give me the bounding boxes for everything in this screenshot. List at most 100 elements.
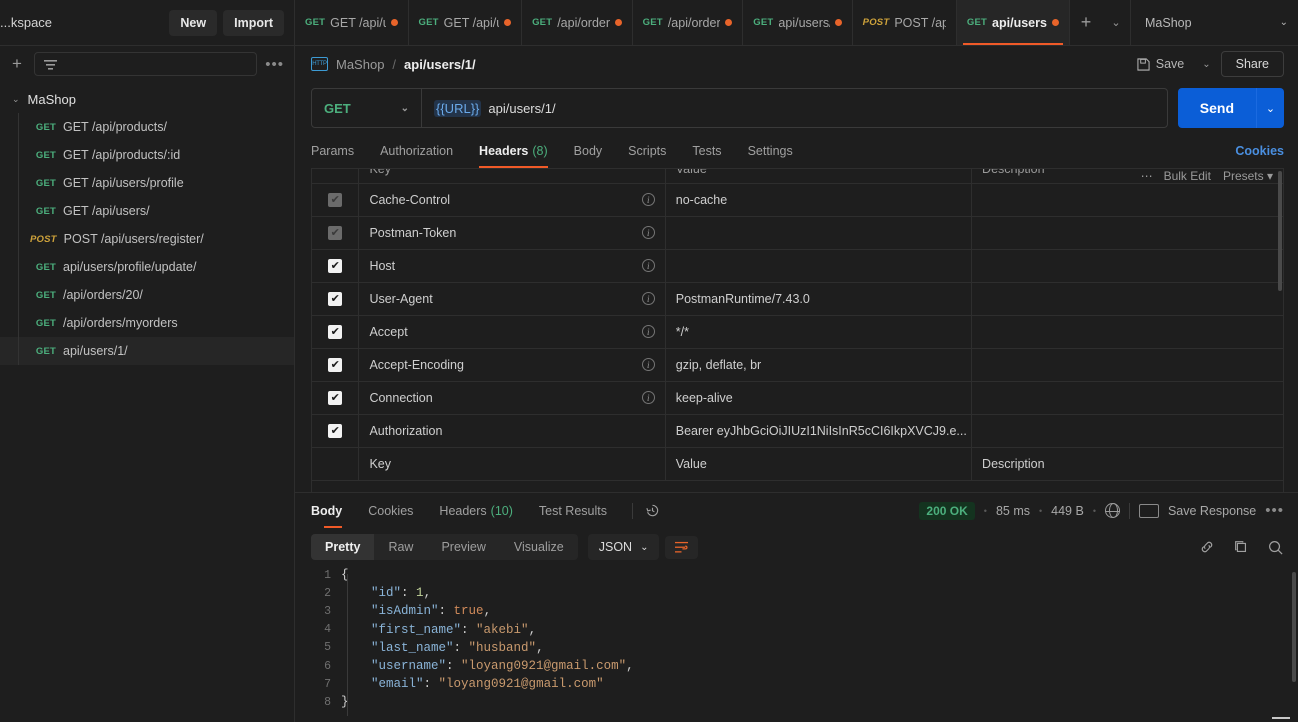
copy-icon[interactable] [1233, 539, 1249, 555]
breadcrumb-collection[interactable]: MaShop [336, 57, 384, 72]
view-mode-visualize[interactable]: Visualize [500, 534, 578, 560]
format-select[interactable]: JSON ⌄ [588, 534, 660, 560]
header-description-cell[interactable] [972, 282, 1283, 315]
header-checkbox-cell[interactable]: ✔ [312, 216, 359, 249]
header-checkbox[interactable]: ✔ [328, 358, 342, 372]
search-icon[interactable] [1267, 539, 1284, 556]
method-select[interactable]: GET ⌄ [312, 89, 422, 127]
collection-mashop[interactable]: ⌄ MaShop [0, 86, 294, 113]
more-horizontal-icon[interactable]: ••• [1265, 502, 1284, 519]
header-key-cell[interactable]: Postman-Tokeni [359, 216, 665, 249]
header-checkbox[interactable]: ✔ [328, 226, 342, 240]
save-caret-icon[interactable]: ⌄ [1196, 59, 1216, 70]
request-tab[interactable]: GETGET /api/us [295, 0, 409, 45]
presets-button[interactable]: Presets ▾ [1223, 169, 1273, 183]
header-key-cell[interactable]: Accept-Encodingi [359, 348, 665, 381]
header-description-cell[interactable] [972, 381, 1283, 414]
link-icon[interactable] [1199, 539, 1215, 555]
view-mode-pretty[interactable]: Pretty [311, 534, 374, 560]
info-icon[interactable]: i [642, 292, 655, 305]
header-checkbox[interactable]: ✔ [328, 391, 342, 405]
new-button[interactable]: New [169, 10, 217, 36]
new-tab-button[interactable]: + [1070, 0, 1102, 45]
header-checkbox-cell[interactable]: ✔ [312, 381, 359, 414]
header-key-cell[interactable]: Accepti [359, 315, 665, 348]
header-value-cell[interactable]: gzip, deflate, br [665, 348, 971, 381]
sidebar-item[interactable]: GETGET /api/users/profile [0, 169, 294, 197]
send-options-caret-icon[interactable]: ⌄ [1256, 88, 1284, 128]
sidebar-item[interactable]: GET/api/orders/20/ [0, 281, 294, 309]
request-tab[interactable]: GET/api/orders, [633, 0, 744, 45]
response-body-code[interactable]: 1{2 "id": 1,3 "isAdmin": true,4 "first_n… [295, 566, 1298, 722]
header-description-cell[interactable] [972, 348, 1283, 381]
info-icon[interactable]: i [642, 358, 655, 371]
url-input[interactable]: {{URL}} api/users/1/ [422, 100, 1167, 117]
sidebar-item[interactable]: GETGET /api/users/ [0, 197, 294, 225]
header-key-cell[interactable]: User-Agenti [359, 282, 665, 315]
cookies-link[interactable]: Cookies [1235, 144, 1284, 158]
header-value-cell[interactable]: Bearer eyJhbGciOiJIUzI1NiIsInR5cCI6IkpXV… [665, 414, 971, 447]
info-icon[interactable]: i [642, 325, 655, 338]
placeholder-value[interactable]: Value [665, 447, 971, 480]
plus-icon[interactable]: + [8, 54, 26, 74]
header-checkbox-cell[interactable]: ✔ [312, 348, 359, 381]
request-subtab[interactable]: Body [561, 134, 616, 168]
workspace-select[interactable]: MaShop ⌄ [1145, 16, 1288, 30]
view-mode-raw[interactable]: Raw [374, 534, 427, 560]
request-subtab[interactable]: Authorization [367, 134, 466, 168]
header-description-cell[interactable] [972, 183, 1283, 216]
header-value-cell[interactable]: keep-alive [665, 381, 971, 414]
header-description-cell[interactable] [972, 249, 1283, 282]
sidebar-item[interactable]: GETapi/users/1/ [0, 337, 294, 365]
info-icon[interactable]: i [642, 226, 655, 239]
header-checkbox-cell[interactable]: ✔ [312, 282, 359, 315]
request-tab[interactable]: GETGET /api/us [409, 0, 523, 45]
request-tab[interactable]: GETapi/users/1 [957, 0, 1070, 45]
horizontal-scrollbar[interactable] [1272, 717, 1290, 719]
save-button[interactable]: Save [1129, 52, 1193, 76]
send-button[interactable]: Send [1178, 88, 1256, 128]
header-value-cell[interactable]: */* [665, 315, 971, 348]
header-checkbox-cell[interactable]: ✔ [312, 249, 359, 282]
response-subtab[interactable]: Test Results [526, 494, 620, 528]
request-tab[interactable]: GETapi/users/p [743, 0, 852, 45]
drag-handle-icon[interactable]: ⋯ [1141, 169, 1152, 183]
header-checkbox[interactable]: ✔ [328, 325, 342, 339]
request-tab[interactable]: POSTPOST /api/ [853, 0, 957, 45]
body-scrollbar[interactable] [1292, 572, 1296, 682]
sidebar-item[interactable]: POSTPOST /api/users/register/ [0, 225, 294, 253]
header-checkbox-cell[interactable]: ✔ [312, 414, 359, 447]
share-button[interactable]: Share [1221, 51, 1284, 77]
header-value-cell[interactable]: PostmanRuntime/7.43.0 [665, 282, 971, 315]
request-subtab[interactable]: Headers(8) [466, 134, 561, 168]
header-checkbox-cell[interactable]: ✔ [312, 315, 359, 348]
header-key-cell[interactable]: Authorization [359, 414, 665, 447]
request-subtab[interactable]: Scripts [615, 134, 679, 168]
bulk-edit-button[interactable]: Bulk Edit [1164, 169, 1211, 183]
sidebar-item[interactable]: GET/api/orders/myorders [0, 309, 294, 337]
header-description-cell[interactable] [972, 216, 1283, 249]
header-checkbox[interactable]: ✔ [328, 292, 342, 306]
header-value-cell[interactable] [665, 249, 971, 282]
header-description-cell[interactable] [972, 414, 1283, 447]
header-checkbox[interactable]: ✔ [328, 259, 342, 273]
header-checkbox[interactable]: ✔ [328, 424, 342, 438]
header-key-cell[interactable]: Hosti [359, 249, 665, 282]
header-value-cell[interactable]: no-cache [665, 183, 971, 216]
header-key-cell[interactable]: Connectioni [359, 381, 665, 414]
response-subtab[interactable]: Headers(10) [426, 494, 525, 528]
headers-table-scrollbar[interactable] [1278, 171, 1282, 291]
history-icon[interactable] [645, 503, 660, 518]
placeholder-key[interactable]: Key [359, 447, 665, 480]
view-mode-preview[interactable]: Preview [427, 534, 499, 560]
save-response-button[interactable]: Save Response [1168, 504, 1256, 518]
request-subtab[interactable]: Settings [735, 134, 806, 168]
tab-list-caret-icon[interactable]: ⌄ [1102, 0, 1130, 45]
placeholder-description[interactable]: Description [972, 447, 1283, 480]
sidebar-filter-input[interactable] [34, 52, 257, 76]
info-icon[interactable]: i [642, 391, 655, 404]
sidebar-item[interactable]: GETGET /api/products/ [0, 113, 294, 141]
globe-icon[interactable] [1105, 503, 1120, 518]
more-horizontal-icon[interactable]: ••• [265, 56, 284, 73]
response-subtab[interactable]: Body [311, 494, 355, 528]
